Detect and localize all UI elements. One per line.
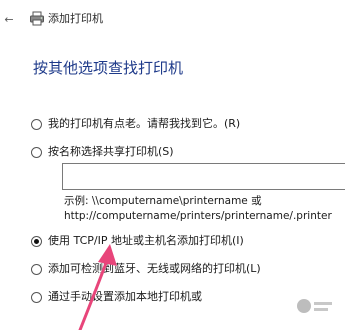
example-line-2: http://computername/printers/printername… [64,210,332,222]
option-label: 通过手动设置添加本地打印机或 [48,290,202,303]
watermark-logo [292,294,336,318]
option-tcp-ip[interactable]: 使用 TCP/IP 地址或主机名添加打印机(I) [31,234,244,248]
printer-icon [29,11,45,27]
option-shared-printer[interactable]: 按名称选择共享打印机(S) [31,145,174,159]
radio-manual-local[interactable] [31,291,42,303]
option-bluetooth-wireless[interactable]: 添加可检测到蓝牙、无线或网络的打印机(L) [31,262,261,276]
example-line-1: 示例: \\computername\printername 或 [64,195,262,207]
radio-shared-printer[interactable] [31,146,42,158]
option-old-printer[interactable]: 我的打印机有点老。请帮我找到它。(R) [31,117,240,131]
option-label: 添加可检测到蓝牙、无线或网络的打印机(L) [48,262,261,275]
option-label: 我的打印机有点老。请帮我找到它。(R) [48,117,241,130]
option-manual-local[interactable]: 通过手动设置添加本地打印机或 [31,290,202,304]
page-heading: 按其他选项查找打印机 [33,59,184,77]
radio-old-printer[interactable] [31,118,42,130]
option-label: 按名称选择共享打印机(S) [48,145,174,158]
radio-bluetooth-wireless[interactable] [31,263,42,275]
radio-tcp-ip[interactable] [31,235,42,247]
shared-printer-name-input[interactable] [62,163,345,190]
example-text: 示例: \\computername\printername 或 http://… [64,194,332,224]
option-label: 使用 TCP/IP 地址或主机名添加打印机(I) [48,234,244,247]
window-title: 添加打印机 [48,12,103,25]
back-arrow-icon[interactable]: ← [2,14,16,26]
